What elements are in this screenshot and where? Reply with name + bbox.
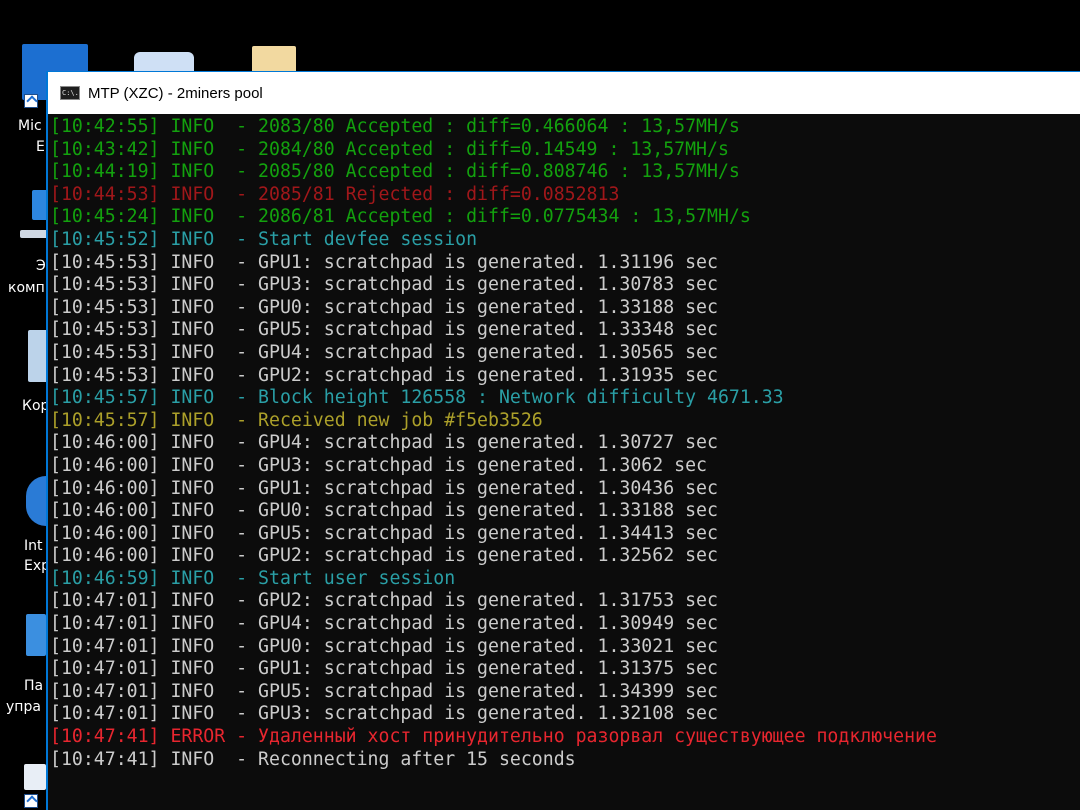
log-line: [10:46:59] INFO - Start user session — [50, 567, 456, 589]
log-line: [10:45:24] INFO - 2086/81 Accepted : dif… — [50, 206, 751, 228]
log-line: [10:46:00] INFO - GPU3: scratchpad is ge… — [50, 454, 707, 476]
desktop-icon-label: Mic — [18, 118, 42, 134]
log-line: [10:45:53] INFO - GPU2: scratchpad is ge… — [50, 364, 718, 386]
desktop-icon-label: Э — [36, 258, 46, 274]
this-pc-desktop-icon[interactable] — [20, 230, 48, 238]
log-line: [10:47:01] INFO - GPU1: scratchpad is ge… — [50, 658, 718, 680]
log-line: [10:45:53] INFO - GPU0: scratchpad is ge… — [50, 296, 718, 318]
desktop-icon-label: Па — [24, 678, 44, 694]
window-title: MTP (XZC) - 2miners pool — [88, 84, 263, 102]
log-line: [10:47:01] INFO - GPU5: scratchpad is ge… — [50, 680, 718, 702]
partial-desktop-icon[interactable] — [24, 764, 46, 790]
log-line: [10:45:53] INFO - GPU5: scratchpad is ge… — [50, 319, 718, 341]
log-line: [10:45:53] INFO - GPU4: scratchpad is ge… — [50, 341, 718, 363]
desktop-icon-label: E — [36, 139, 45, 155]
desktop-icon-label: Int — [24, 538, 43, 554]
log-line: [10:47:01] INFO - GPU2: scratchpad is ge… — [50, 590, 718, 612]
log-line-error: [10:47:41] ERROR - Удаленный хост принуд… — [50, 726, 937, 748]
control-panel-desktop-icon[interactable] — [26, 614, 46, 656]
log-line: [10:45:53] INFO - GPU3: scratchpad is ge… — [50, 274, 718, 296]
console-window[interactable]: C:\. MTP (XZC) - 2miners pool [10:42:55]… — [46, 71, 1080, 810]
log-line: [10:44:19] INFO - 2085/80 Accepted : dif… — [50, 161, 740, 183]
document-desktop-icon[interactable] — [252, 46, 296, 74]
log-line: [10:44:53] INFO - 2085/81 Rejected : dif… — [50, 183, 620, 205]
log-line: [10:43:42] INFO - 2084/80 Accepted : dif… — [50, 138, 729, 160]
log-line: [10:45:53] INFO - GPU1: scratchpad is ge… — [50, 251, 718, 273]
desktop-icon-label: комп — [8, 280, 45, 296]
internet-explorer-desktop-icon[interactable] — [26, 476, 46, 526]
recycle-bin-desktop-icon[interactable] — [28, 330, 48, 382]
log-line: [10:46:00] INFO - GPU2: scratchpad is ge… — [50, 545, 718, 567]
desktop: Mic E Э комп Кор Int Exp Па упра C:\. MT… — [0, 0, 1080, 810]
log-line: [10:45:52] INFO - Start devfee session — [50, 228, 478, 250]
log-line: [10:47:01] INFO - GPU3: scratchpad is ge… — [50, 703, 718, 725]
log-line: [10:46:00] INFO - GPU0: scratchpad is ge… — [50, 500, 718, 522]
log-line: [10:47:41] INFO - Reconnecting after 15 … — [50, 748, 576, 770]
log-line: [10:46:00] INFO - GPU5: scratchpad is ge… — [50, 522, 718, 544]
shortcut-arrow-icon — [24, 794, 38, 808]
log-line: [10:45:57] INFO - Received new job #f5eb… — [50, 409, 543, 431]
window-titlebar[interactable]: C:\. MTP (XZC) - 2miners pool — [48, 72, 1080, 114]
log-line: [10:42:55] INFO - 2083/80 Accepted : dif… — [50, 116, 740, 137]
console-icon[interactable]: C:\. — [60, 86, 80, 100]
log-line: [10:46:00] INFO - GPU1: scratchpad is ge… — [50, 477, 718, 499]
log-line: [10:47:01] INFO - GPU0: scratchpad is ge… — [50, 635, 718, 657]
desktop-icon-label: упра — [6, 699, 41, 715]
log-line: [10:47:01] INFO - GPU4: scratchpad is ge… — [50, 613, 718, 635]
shortcut-arrow-icon — [24, 94, 38, 108]
log-line: [10:45:57] INFO - Block height 126558 : … — [50, 387, 784, 409]
console-output[interactable]: [10:42:55] INFO - 2083/80 Accepted : dif… — [50, 116, 1080, 810]
log-line: [10:46:00] INFO - GPU4: scratchpad is ge… — [50, 432, 718, 454]
